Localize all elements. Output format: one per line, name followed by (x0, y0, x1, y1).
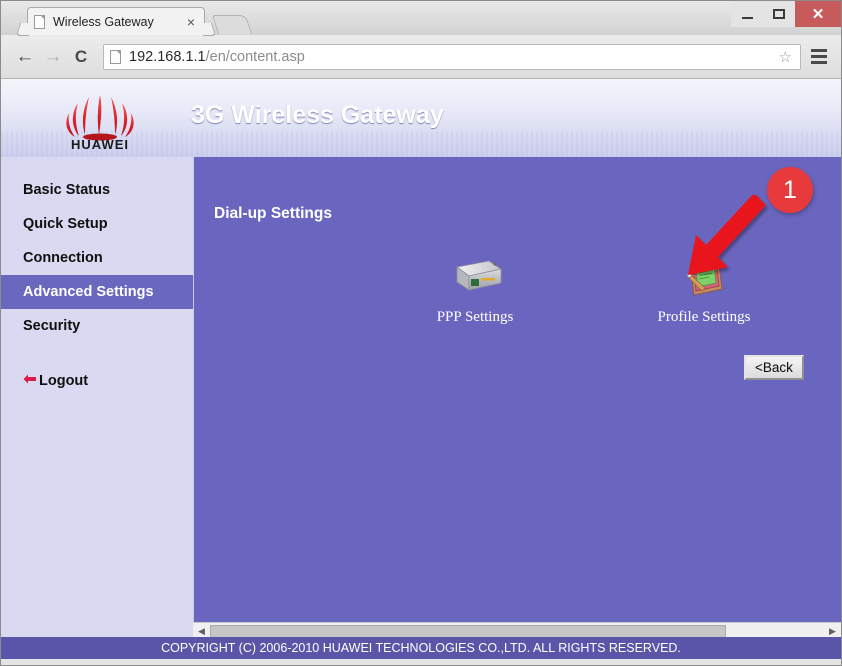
modem-device-icon (456, 260, 503, 291)
menu-line (811, 49, 827, 52)
logout-arrow-icon (23, 374, 36, 384)
back-navigation-icon[interactable]: ← (11, 46, 39, 68)
new-tab-button[interactable] (211, 15, 253, 34)
forward-navigation-icon[interactable]: → (39, 46, 67, 68)
annotation-badge: 1 (767, 167, 813, 213)
back-button[interactable]: <Back (744, 355, 804, 380)
url-page-icon (110, 49, 121, 64)
minimize-icon (741, 16, 753, 19)
browser-tab[interactable]: Wireless Gateway × (27, 7, 205, 35)
close-tab-icon[interactable]: × (184, 15, 198, 29)
huawei-wordmark: HUAWEI (71, 137, 129, 152)
url-path: /en/content.asp (205, 48, 305, 65)
sidebar-item-label: Security (23, 318, 81, 334)
menu-line (811, 55, 827, 58)
sidebar-item-basic-status[interactable]: Basic Status (1, 173, 193, 207)
maximize-icon (773, 9, 785, 19)
monitor-wrench-icon (686, 256, 723, 296)
tile-ppp-settings[interactable]: PPP Settings (400, 251, 550, 326)
scrollbar-thumb[interactable] (210, 624, 726, 638)
page-viewport: HUAWEI 3G Wireless Gateway Basic Status … (1, 79, 841, 659)
minimize-button[interactable] (731, 1, 763, 27)
sidebar-item-advanced-settings[interactable]: Advanced Settings (1, 275, 193, 309)
close-window-button[interactable]: ✕ (795, 1, 841, 27)
page-title: 3G Wireless Gateway (191, 101, 444, 129)
content-area: Dial-up Settings PPP Settings Profile Se… (193, 157, 841, 639)
url-bar[interactable]: 192.168.1.1/en/content.asp ☆ (103, 43, 801, 70)
page-body: Basic Status Quick Setup Connection Adva… (1, 157, 841, 639)
url-host: 192.168.1.1 (129, 48, 206, 65)
maximize-button[interactable] (763, 1, 795, 27)
tile-graphic (445, 251, 505, 303)
browser-toolbar: ← → C 192.168.1.1/en/content.asp ☆ (1, 35, 841, 79)
sidebar-item-logout[interactable]: Logout (1, 373, 193, 389)
tab-title: Wireless Gateway (53, 14, 154, 29)
sidebar-item-connection[interactable]: Connection (1, 241, 193, 275)
footer-copyright: COPYRIGHT (C) 2006-2010 HUAWEI TECHNOLOG… (1, 637, 841, 659)
content-heading: Dial-up Settings (214, 205, 332, 222)
sidebar-item-security[interactable]: Security (1, 309, 193, 343)
sidebar-item-label: Logout (39, 373, 89, 389)
tile-label: Profile Settings (657, 309, 751, 325)
bookmark-star-icon[interactable]: ☆ (777, 48, 794, 66)
tile-label: PPP Settings (436, 309, 514, 325)
page-file-icon (34, 14, 45, 29)
sidebar-item-quick-setup[interactable]: Quick Setup (1, 207, 193, 241)
tile-graphic (674, 251, 734, 303)
sidebar: Basic Status Quick Setup Connection Adva… (1, 157, 193, 639)
url-text: 192.168.1.1/en/content.asp (129, 49, 305, 65)
sidebar-item-label: Basic Status (23, 182, 111, 198)
sidebar-item-label: Advanced Settings (23, 284, 154, 300)
tab-strip: Wireless Gateway × ✕ (1, 1, 841, 35)
window-controls: ✕ (731, 1, 841, 27)
menu-line (811, 61, 827, 64)
hamburger-menu-icon[interactable] (807, 49, 831, 64)
router-header: HUAWEI 3G Wireless Gateway (1, 79, 841, 157)
reload-icon[interactable]: C (67, 47, 95, 67)
sidebar-item-label: Quick Setup (23, 216, 108, 232)
sidebar-item-label: Connection (23, 250, 103, 266)
tile-profile-settings[interactable]: Profile Settings (629, 251, 779, 326)
browser-window: Wireless Gateway × ✕ ← → C 192.168.1.1/e… (0, 0, 842, 666)
